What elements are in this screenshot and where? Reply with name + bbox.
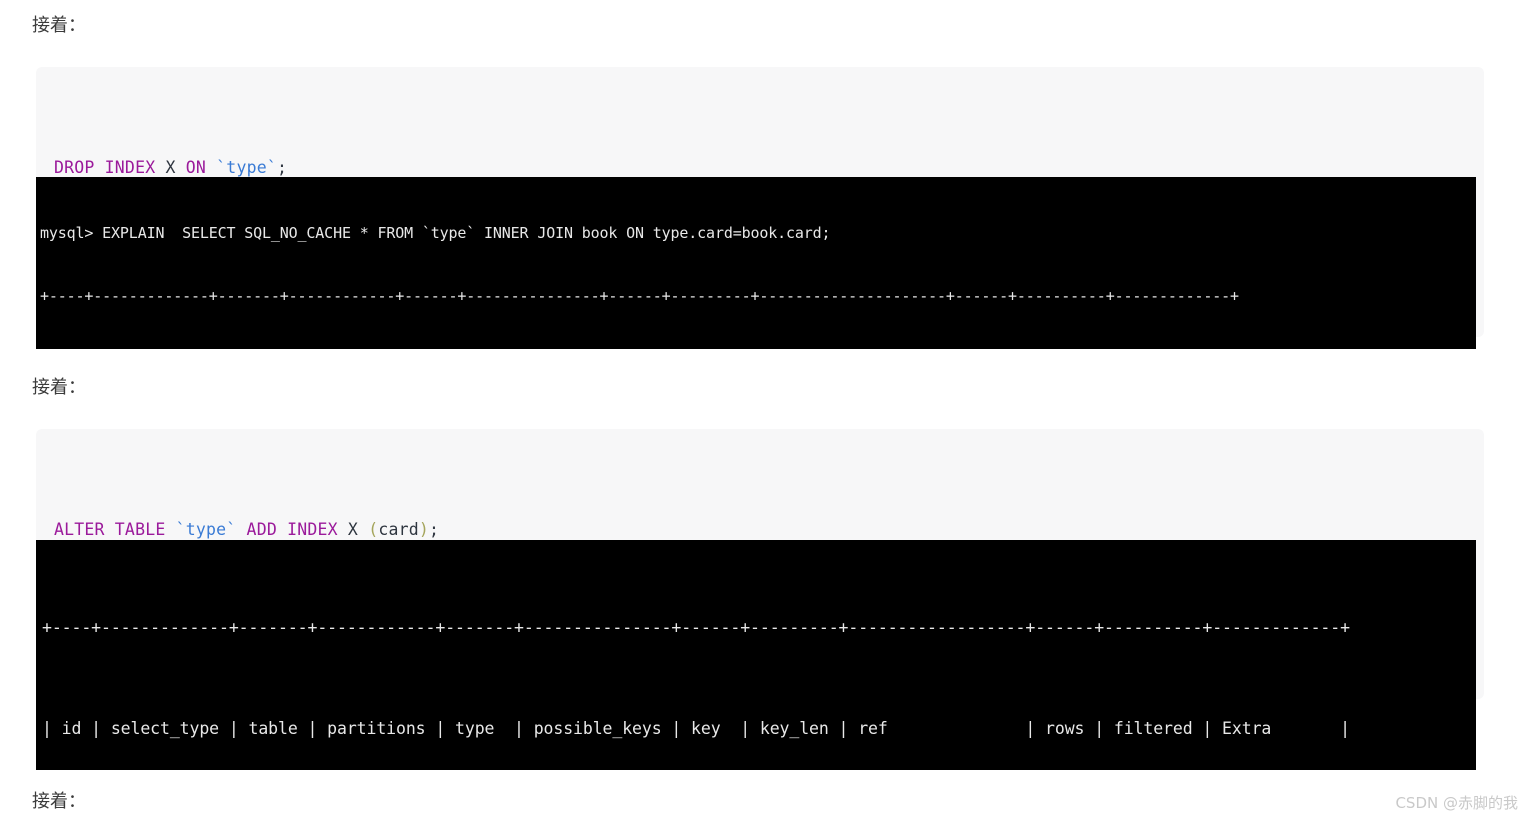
terminal-prompt-line: mysql> EXPLAIN SELECT SQL_NO_CACHE * FRO… bbox=[40, 223, 831, 242]
sql-keyword-add-index: ADD INDEX bbox=[236, 520, 348, 539]
sql-keyword-on: ON bbox=[185, 158, 217, 177]
sql-paren-close: ) bbox=[418, 520, 430, 539]
paragraph-text-1: 接着： bbox=[32, 15, 86, 36]
sql-semicolon: ; bbox=[429, 520, 440, 539]
sql-paren-open: ( bbox=[368, 520, 379, 539]
sql-keyword-alter: ALTER TABLE bbox=[54, 520, 176, 539]
sql-table-name: `type` bbox=[216, 158, 277, 177]
paragraph-text-3: 接着： bbox=[32, 791, 86, 812]
sql-index-name: X bbox=[165, 158, 186, 177]
sql-keyword: DROP INDEX bbox=[54, 158, 166, 177]
sql-index-name: X bbox=[347, 520, 369, 539]
csdn-watermark: CSDN @赤脚的我 bbox=[1395, 794, 1518, 812]
table-header-row: | id | select_type | table | partitions … bbox=[42, 718, 1350, 738]
sql-semicolon: ; bbox=[276, 158, 288, 177]
table-rule-top: +----+-------------+-------+------------… bbox=[40, 287, 1239, 306]
sql-table-name: `type` bbox=[175, 520, 237, 539]
paragraph-text-2: 接着： bbox=[32, 377, 86, 398]
sql-column-card: card bbox=[378, 520, 419, 539]
terminal-output-1[interactable]: mysql> EXPLAIN SELECT SQL_NO_CACHE * FRO… bbox=[36, 177, 1476, 349]
terminal-output-2[interactable]: +----+-------------+-------+------------… bbox=[36, 540, 1476, 770]
table-rule-top: +----+-------------+-------+------------… bbox=[42, 618, 1350, 637]
